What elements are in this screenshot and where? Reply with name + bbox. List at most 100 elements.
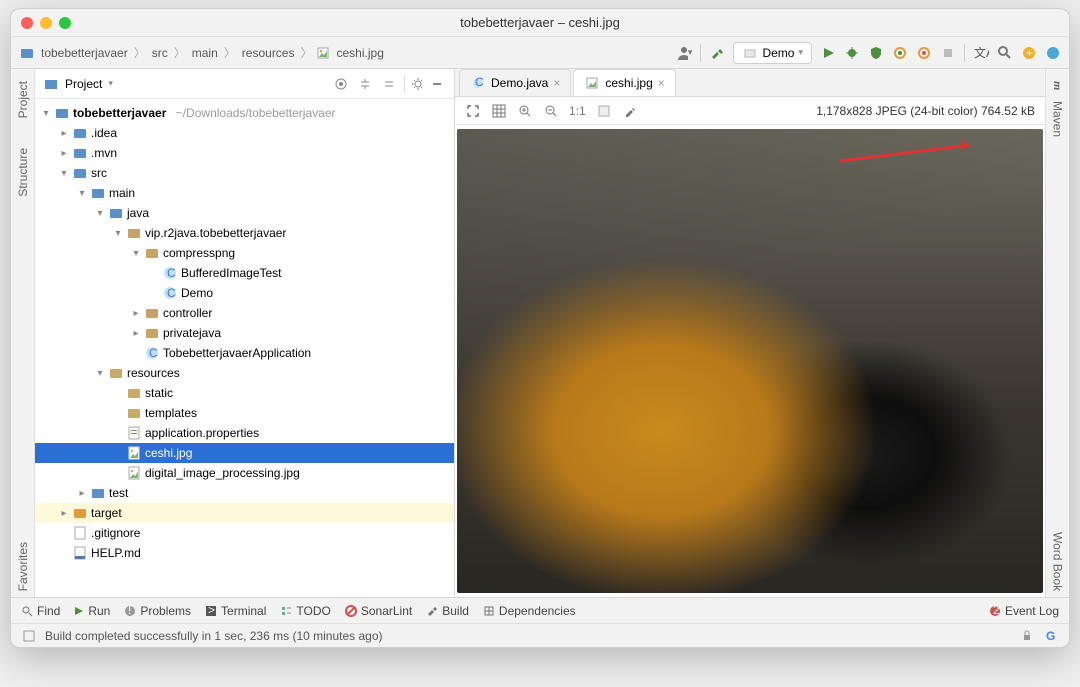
run-config-label: Demo xyxy=(762,46,794,60)
image-file-icon xyxy=(315,45,331,61)
image-info: 1,178x828 JPEG (24-bit color) 764.52 kB xyxy=(816,104,1035,118)
project-panel-title: Project xyxy=(65,77,102,91)
tree-item-bufferedimagetest[interactable]: CBufferedImageTest xyxy=(35,263,454,283)
tree-item-main[interactable]: ▾main xyxy=(35,183,454,203)
crumb-1[interactable]: src xyxy=(148,44,172,62)
body: Project Structure Favorites Project ▾ ▾t… xyxy=(11,69,1069,597)
close-tab-icon[interactable]: × xyxy=(553,76,560,90)
crumb-4[interactable]: ceshi.jpg xyxy=(333,44,388,62)
crumb-2[interactable]: main xyxy=(188,44,222,62)
sync-icon[interactable]: + xyxy=(1021,45,1037,61)
run-icon[interactable] xyxy=(820,45,836,61)
tree-item-test[interactable]: ▸test xyxy=(35,483,454,503)
bottom-toolbar: Find Run !Problems >Terminal TODO SonarL… xyxy=(11,597,1069,623)
build-toolwindow-button[interactable]: Build xyxy=(426,604,469,618)
project-tree[interactable]: ▾tobebetterjavaer ~/Downloads/tobebetter… xyxy=(35,99,454,597)
tree-item-idea[interactable]: ▸.idea xyxy=(35,123,454,143)
eventlog-toolwindow-button[interactable]: 2Event Log xyxy=(989,604,1059,618)
search-icon[interactable] xyxy=(997,45,1013,61)
settings-icon[interactable] xyxy=(404,75,422,93)
wordbook-toolwindow-tab[interactable]: Word Book xyxy=(1049,526,1067,597)
editor-tab-ceshi[interactable]: ceshi.jpg × xyxy=(573,69,675,96)
debug-icon[interactable] xyxy=(844,45,860,61)
window-title: tobebetterjavaer – ceshi.jpg xyxy=(11,15,1069,30)
tree-item-helpmd[interactable]: HELP.md xyxy=(35,543,454,563)
tree-item-pkg[interactable]: ▾vip.r2java.tobebetterjavaer xyxy=(35,223,454,243)
plugin-icon[interactable] xyxy=(1045,45,1061,61)
structure-toolwindow-tab[interactable]: Structure xyxy=(14,142,32,203)
tree-item-java[interactable]: ▾java xyxy=(35,203,454,223)
tree-item-demo-class[interactable]: CDemo xyxy=(35,283,454,303)
project-panel: Project ▾ ▾tobebetterjavaer ~/Downloads/… xyxy=(35,69,455,597)
maven-toolwindow-tab[interactable]: m Maven xyxy=(1048,75,1067,143)
svg-text:+: + xyxy=(1026,46,1033,60)
tree-item-digital[interactable]: digital_image_processing.jpg xyxy=(35,463,454,483)
terminal-toolwindow-button[interactable]: >Terminal xyxy=(205,604,266,618)
favorites-toolwindow-tab[interactable]: Favorites xyxy=(14,536,32,597)
tree-item-ceshi[interactable]: ceshi.jpg xyxy=(35,443,454,463)
hide-panel-icon[interactable] xyxy=(428,75,446,93)
problems-toolwindow-button[interactable]: !Problems xyxy=(124,604,191,618)
tree-item-compresspng[interactable]: ▾compresspng xyxy=(35,243,454,263)
coverage-icon[interactable] xyxy=(868,45,884,61)
select-opened-file-icon[interactable] xyxy=(332,75,350,93)
stop-icon[interactable] xyxy=(940,45,956,61)
tree-item-appprops[interactable]: application.properties xyxy=(35,423,454,443)
hammer-icon[interactable] xyxy=(709,45,725,61)
project-toolwindow-tab[interactable]: Project xyxy=(14,75,32,124)
svg-text:G: G xyxy=(1046,629,1055,643)
profile-icon[interactable] xyxy=(892,45,908,61)
google-icon[interactable]: G xyxy=(1043,628,1059,644)
status-message: Build completed successfully in 1 sec, 2… xyxy=(45,629,383,643)
tree-item-gitignore[interactable]: .gitignore xyxy=(35,523,454,543)
background-icon[interactable] xyxy=(596,103,612,119)
zoom-ratio[interactable]: 1:1 xyxy=(569,104,586,118)
breadcrumb: tobebetterjavaer〉 src〉 main〉 resources〉 … xyxy=(19,44,388,62)
color-picker-icon[interactable] xyxy=(622,103,638,119)
status-icon[interactable] xyxy=(21,628,37,644)
tree-item-privatejava[interactable]: ▸privatejava xyxy=(35,323,454,343)
run-toolwindow-button[interactable]: Run xyxy=(74,604,110,618)
profile2-icon[interactable] xyxy=(916,45,932,61)
grid-icon[interactable] xyxy=(491,103,507,119)
expand-all-icon[interactable] xyxy=(356,75,374,93)
todo-toolwindow-button[interactable]: TODO xyxy=(280,604,330,618)
java-file-icon: C xyxy=(470,75,486,91)
project-view-icon xyxy=(43,76,59,92)
ide-window: tobebetterjavaer – ceshi.jpg tobebetterj… xyxy=(10,8,1070,648)
right-tool-gutter: m Maven Word Book xyxy=(1045,69,1069,597)
tree-item-static[interactable]: static xyxy=(35,383,454,403)
svg-text:C: C xyxy=(149,346,158,360)
zoom-out-icon[interactable] xyxy=(543,103,559,119)
tree-item-templates[interactable]: templates xyxy=(35,403,454,423)
sonarlint-toolwindow-button[interactable]: SonarLint xyxy=(345,604,412,618)
tree-item-app-class[interactable]: CTobebetterjavaerApplication xyxy=(35,343,454,363)
dependencies-toolwindow-button[interactable]: Dependencies xyxy=(483,604,576,618)
user-icon[interactable]: ▾ xyxy=(676,45,692,61)
lock-icon[interactable] xyxy=(1019,628,1035,644)
close-tab-icon[interactable]: × xyxy=(658,76,665,90)
editor-tabs: C Demo.java × ceshi.jpg × xyxy=(455,69,1045,97)
find-toolwindow-button[interactable]: Find xyxy=(21,604,60,618)
crumb-3[interactable]: resources xyxy=(238,44,299,62)
tree-item-mvn[interactable]: ▸.mvn xyxy=(35,143,454,163)
collapse-all-icon[interactable] xyxy=(380,75,398,93)
tree-item-src[interactable]: ▾src xyxy=(35,163,454,183)
fullscreen-icon[interactable] xyxy=(465,103,481,119)
project-panel-header: Project ▾ xyxy=(35,69,454,99)
image-view[interactable] xyxy=(455,125,1045,597)
translate-icon[interactable]: 文A xyxy=(973,45,989,61)
tree-item-target[interactable]: ▸target xyxy=(35,503,454,523)
zoom-in-icon[interactable] xyxy=(517,103,533,119)
project-icon xyxy=(19,45,35,61)
svg-text:C: C xyxy=(167,286,176,300)
tree-item-resources[interactable]: ▾resources xyxy=(35,363,454,383)
image-content xyxy=(457,129,1043,593)
editor-tab-demo[interactable]: C Demo.java × xyxy=(459,69,571,96)
project-view-dropdown[interactable]: ▾ xyxy=(108,78,113,89)
tree-root[interactable]: ▾tobebetterjavaer ~/Downloads/tobebetter… xyxy=(35,103,454,123)
svg-text:>: > xyxy=(208,605,215,617)
run-config-dropdown[interactable]: Demo ▾ xyxy=(733,42,812,64)
crumb-0[interactable]: tobebetterjavaer xyxy=(37,44,132,62)
tree-item-controller[interactable]: ▸controller xyxy=(35,303,454,323)
